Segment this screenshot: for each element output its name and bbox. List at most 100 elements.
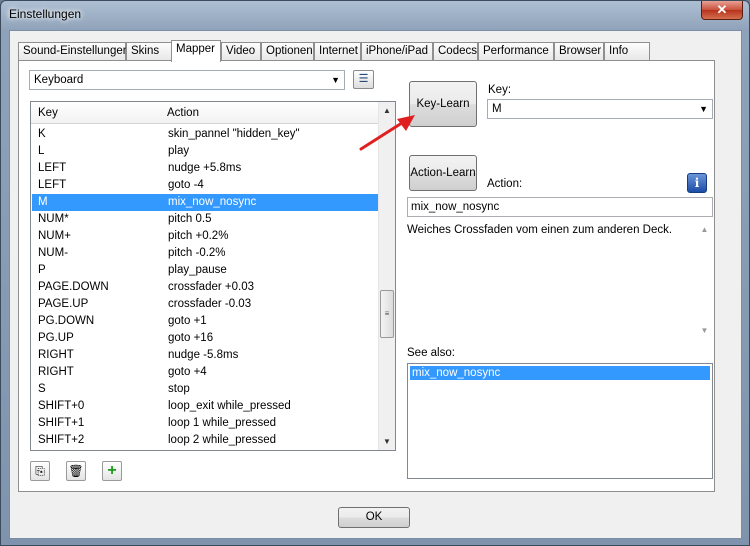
close-button[interactable]: ✕ — [701, 1, 743, 20]
row-action: play_pause — [168, 264, 227, 276]
info-icon[interactable]: i — [687, 173, 707, 193]
scroll-down-icon[interactable]: ▼ — [696, 326, 713, 335]
table-row[interactable]: NUM+ pitch +0.2% — [32, 228, 380, 245]
column-header-key[interactable]: Key — [38, 107, 58, 119]
tab-optionen[interactable]: Optionen — [261, 42, 314, 61]
table-row[interactable]: LEFT nudge +5.8ms — [32, 160, 380, 177]
row-key: M — [38, 196, 48, 208]
action-learn-button[interactable]: Action-Learn — [409, 155, 477, 191]
action-description: Weiches Crossfaden vom einen zum anderen… — [407, 221, 713, 339]
add-icon[interactable]: + — [102, 461, 122, 481]
action-label: Action: — [487, 178, 523, 190]
row-key: S — [38, 383, 46, 395]
table-row[interactable]: NUM* pitch 0.5 — [32, 211, 380, 228]
tab-performance[interactable]: Performance — [478, 42, 554, 61]
column-header-action[interactable]: Action — [167, 107, 199, 119]
key-select-value: M — [492, 103, 502, 115]
row-action: loop_exit while_pressed — [168, 400, 291, 412]
row-action: mix_now_nosync — [168, 196, 257, 208]
chevron-down-icon: ▼ — [331, 75, 340, 85]
scroll-up-icon[interactable]: ▲ — [696, 225, 713, 234]
table-row[interactable]: PAGE.UP crossfader -0.03 — [32, 296, 380, 313]
row-action: nudge -5.8ms — [168, 349, 239, 361]
row-key: SHIFT+0 — [38, 400, 85, 412]
table-row[interactable]: Mmix_now_nosync — [32, 194, 380, 211]
row-key: L — [38, 145, 45, 157]
scroll-down-icon[interactable]: ▼ — [379, 433, 395, 450]
scroll-thumb[interactable]: ≡ — [380, 290, 394, 338]
trash-icon[interactable]: 🗑 — [66, 461, 86, 481]
row-key: RIGHT — [38, 349, 74, 361]
chevron-down-icon: ▼ — [699, 104, 708, 114]
row-action: stop — [168, 383, 190, 395]
key-select[interactable]: M ▼ — [487, 99, 713, 119]
action-input[interactable]: mix_now_nosync — [407, 197, 713, 217]
tab-info[interactable]: Info — [604, 42, 650, 61]
table-row[interactable]: PG.DOWN goto +1 — [32, 313, 380, 330]
row-key: SHIFT+2 — [38, 434, 85, 446]
tab-skins[interactable]: Skins — [126, 42, 172, 61]
table-row[interactable]: PG.UP goto +16 — [32, 330, 380, 347]
table-row[interactable]: NUM-pitch -0.2% — [32, 245, 380, 262]
settings-window: Einstellungen ✕ Sound-Einstellungen Skin… — [0, 0, 750, 546]
key-learn-button[interactable]: Key-Learn — [409, 81, 477, 127]
row-action: nudge +5.8ms — [168, 162, 242, 174]
table-row[interactable]: Pplay_pause — [32, 262, 380, 279]
description-text: Weiches Crossfaden vom einen zum anderen… — [407, 224, 673, 236]
window-title: Einstellungen — [9, 7, 82, 21]
row-key: PG.DOWN — [38, 315, 95, 327]
table-row[interactable]: Kskin_pannel "hidden_key" — [32, 126, 380, 143]
row-key: SHIFT+1 — [38, 417, 85, 429]
tab-sound-einstellungen[interactable]: Sound-Einstellungen — [18, 42, 129, 61]
annotation-arrow — [359, 115, 415, 151]
row-action: pitch 0.5 — [168, 213, 212, 225]
see-also-list[interactable]: mix_now_nosync — [407, 363, 713, 479]
table-row[interactable]: RIGHT goto +4 — [32, 364, 380, 381]
row-action: goto +16 — [168, 332, 214, 344]
description-scrollbar[interactable]: ▲ ▼ — [696, 221, 713, 339]
table-row[interactable]: Sstop — [32, 381, 380, 398]
tab-internet[interactable]: Internet — [314, 42, 361, 61]
tab-video[interactable]: Video — [221, 42, 261, 61]
table-row[interactable]: RIGHT nudge -5.8ms — [32, 347, 380, 364]
row-action: pitch +0.2% — [168, 230, 229, 242]
tab-iphone-ipad[interactable]: iPhone/iPad — [361, 42, 433, 61]
row-action: skin_pannel "hidden_key" — [168, 128, 300, 140]
import-icon[interactable]: ⎘ — [30, 461, 50, 481]
row-key: K — [38, 128, 46, 140]
tab-browser[interactable]: Browser — [554, 42, 604, 61]
table-row[interactable]: SHIFT+2 loop 2 while_pressed — [32, 432, 380, 449]
row-key: LEFT — [38, 162, 67, 174]
list-view-icon[interactable]: ☰ — [353, 70, 374, 89]
row-key: LEFT — [38, 179, 67, 191]
row-key: NUM+ — [38, 230, 71, 242]
row-key: NUM* — [38, 213, 69, 225]
device-select[interactable]: Keyboard ▼ — [29, 70, 345, 90]
tab-codecs[interactable]: Codecs — [433, 42, 478, 61]
list-header: Key Action — [31, 102, 381, 124]
row-key: PAGE.DOWN — [38, 281, 109, 293]
table-row[interactable]: SHIFT+1 loop 1 while_pressed — [32, 415, 380, 432]
table-row[interactable]: LEFT goto -4 — [32, 177, 380, 194]
see-also-item[interactable]: mix_now_nosync — [410, 366, 710, 380]
title-bar[interactable]: Einstellungen ✕ — [1, 1, 749, 29]
row-action: loop 2 while_pressed — [168, 434, 277, 446]
table-row[interactable]: SHIFT+0 loop_exit while_pressed — [32, 398, 380, 415]
ok-button[interactable]: OK — [338, 507, 410, 528]
row-key: RIGHT — [38, 366, 74, 378]
row-action: loop 1 while_pressed — [168, 417, 277, 429]
row-key: PAGE.UP — [38, 298, 89, 310]
device-select-value: Keyboard — [34, 74, 84, 86]
row-key: PG.UP — [38, 332, 74, 344]
row-action: goto -4 — [168, 179, 204, 191]
row-action: crossfader +0.03 — [168, 281, 254, 293]
table-row[interactable]: PAGE.DOWN crossfader +0.03 — [32, 279, 380, 296]
see-also-label: See also: — [407, 347, 455, 359]
tab-mapper[interactable]: Mapper — [171, 40, 221, 62]
key-action-list[interactable]: Key Action Kskin_pannel "hidden_key" Lpla… — [30, 101, 396, 451]
key-label: Key: — [488, 84, 512, 96]
row-action: pitch -0.2% — [168, 247, 226, 259]
table-row[interactable]: Lplay — [32, 143, 380, 160]
row-action: goto +4 — [168, 366, 207, 378]
row-action: play — [168, 145, 190, 157]
